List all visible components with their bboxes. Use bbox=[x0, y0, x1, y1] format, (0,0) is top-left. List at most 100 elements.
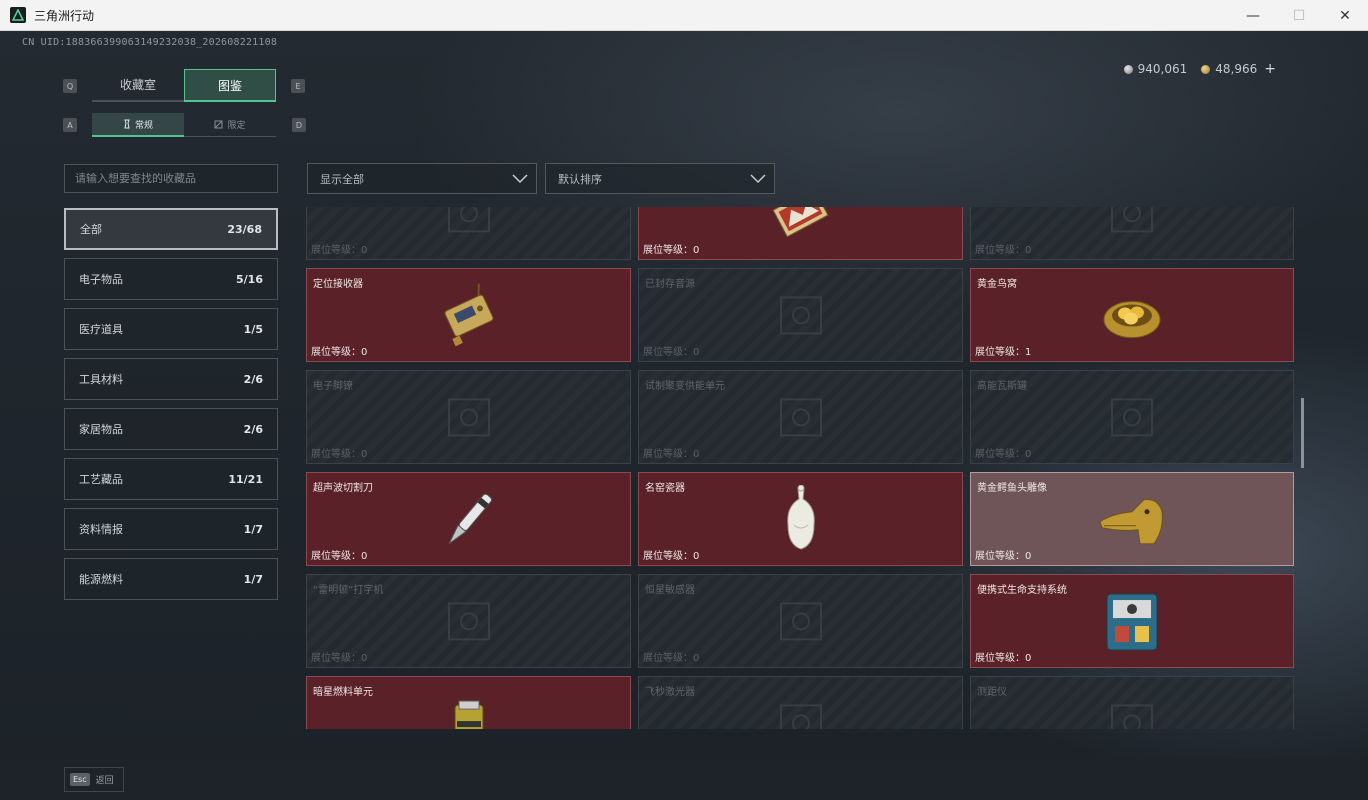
collection-card[interactable]: 测距仪展位等级：0 bbox=[970, 676, 1294, 729]
collection-card[interactable]: 展位等级：0 bbox=[638, 207, 963, 260]
laser-icon bbox=[771, 695, 831, 729]
key-hint-e: E bbox=[291, 79, 305, 93]
box-icon bbox=[1102, 207, 1162, 245]
collection-card[interactable]: 已封存音源 展位等级：0 bbox=[638, 268, 963, 362]
card-level-label: 展位等级： bbox=[311, 653, 361, 664]
card-level-label: 展位等级： bbox=[643, 347, 693, 358]
chevron-down-icon bbox=[512, 173, 528, 183]
collection-grid-viewport: 展位等级：0 展位等级：0 展位等级：0 定位接收器 展位等级：0 已封存音源 展位等级：0… bbox=[306, 207, 1296, 729]
key-hint-d: D bbox=[292, 118, 306, 132]
collection-card[interactable]: 试制聚变供能单元展位等级：0 bbox=[638, 370, 963, 464]
card-name: 名窑瓷器 bbox=[645, 483, 685, 494]
card-level-value: 0 bbox=[1025, 449, 1032, 460]
collection-card[interactable]: 定位接收器 展位等级：0 bbox=[306, 268, 631, 362]
category-count: 1/5 bbox=[243, 322, 263, 336]
esc-key-icon: Esc bbox=[70, 773, 90, 786]
card-level: 展位等级：0 bbox=[311, 649, 367, 664]
card-level-label: 展位等级： bbox=[975, 653, 1025, 664]
category-item[interactable]: 资料情报 1/7 bbox=[64, 508, 278, 550]
frame-icon bbox=[439, 207, 499, 245]
back-button[interactable]: Esc 返回 bbox=[64, 767, 124, 792]
card-level: 展位等级：0 bbox=[311, 241, 367, 256]
card-name: 电子脚镣 bbox=[313, 381, 353, 392]
app-logo-icon bbox=[10, 7, 26, 23]
maximize-button[interactable]: ☐ bbox=[1276, 0, 1322, 31]
collection-card[interactable]: 电子脚镣展位等级：0 bbox=[306, 370, 631, 464]
life-support-icon bbox=[1097, 586, 1167, 662]
category-item[interactable]: 医疗道具 1/5 bbox=[64, 308, 278, 350]
category-label: 医疗道具 bbox=[79, 323, 123, 336]
card-level-value: 0 bbox=[1025, 653, 1032, 664]
category-item[interactable]: 家居物品 2/6 bbox=[64, 408, 278, 450]
card-level: 展位等级：0 bbox=[975, 547, 1031, 562]
silver-currency: 940,061 bbox=[1123, 62, 1187, 76]
card-name: 试制聚变供能单元 bbox=[645, 381, 725, 392]
currency-bar: 940,061 48,966 + bbox=[1123, 61, 1276, 77]
collection-card[interactable]: 飞秒激光器展位等级：0 bbox=[638, 676, 963, 729]
card-level: 展位等级：0 bbox=[311, 445, 367, 460]
collection-card[interactable]: “雷明顿”打字机 展位等级：0 bbox=[306, 574, 631, 668]
collection-card[interactable]: 超声波切割刀 展位等级：0 bbox=[306, 472, 631, 566]
category-item[interactable]: 全部 23/68 bbox=[64, 208, 278, 250]
tab-regular[interactable]: 常规 bbox=[92, 113, 184, 137]
minimize-button[interactable]: — bbox=[1230, 0, 1276, 31]
card-level: 展位等级：0 bbox=[643, 241, 699, 256]
collection-card[interactable]: 高能瓦斯罐 展位等级：0 bbox=[970, 370, 1294, 464]
collection-card[interactable]: 便携式生命支持系统 展位等级：0 bbox=[970, 574, 1294, 668]
painting-icon bbox=[766, 207, 836, 248]
card-level-value: 0 bbox=[693, 551, 700, 562]
tab-codex[interactable]: 图鉴 bbox=[184, 69, 276, 102]
porcelain-vase-icon bbox=[776, 484, 826, 559]
card-level-label: 展位等级： bbox=[311, 449, 361, 460]
close-button[interactable]: ✕ bbox=[1322, 0, 1368, 31]
collection-card[interactable]: 黄金鳄鱼头雕像展位等级：0 bbox=[970, 472, 1294, 566]
collection-card[interactable]: 恒星敏感器 展位等级：0 bbox=[638, 574, 963, 668]
fuel-cell-icon bbox=[447, 699, 491, 729]
tab-limited[interactable]: 限定 bbox=[184, 113, 276, 137]
card-level-label: 展位等级： bbox=[311, 551, 361, 562]
category-item[interactable]: 能源燃料 1/7 bbox=[64, 558, 278, 600]
collection-card[interactable]: 展位等级：0 bbox=[970, 207, 1294, 260]
card-level-value: 0 bbox=[361, 653, 368, 664]
category-label: 资料情报 bbox=[79, 523, 123, 536]
filter-dropdown[interactable]: 显示全部 bbox=[307, 163, 537, 194]
category-item[interactable]: 电子物品 5/16 bbox=[64, 258, 278, 300]
key-hint-q: Q bbox=[63, 79, 77, 93]
collection-card[interactable]: 暗星燃料单元展位等级：0 bbox=[306, 676, 631, 729]
bottom-bar: Esc 返回 bbox=[0, 759, 1368, 800]
card-level-value: 1 bbox=[1025, 347, 1032, 358]
collection-card[interactable]: 黄金鸟窝 展位等级：1 bbox=[970, 268, 1294, 362]
gold-coin-icon bbox=[1201, 64, 1211, 74]
card-level-value: 0 bbox=[361, 245, 368, 256]
category-label: 全部 bbox=[80, 223, 102, 236]
regular-icon bbox=[124, 119, 130, 129]
card-name: 恒星敏感器 bbox=[645, 585, 695, 596]
category-count: 23/68 bbox=[227, 222, 262, 236]
rangefinder-icon bbox=[1102, 695, 1162, 729]
window-titlebar: 三角洲行动 — ☐ ✕ bbox=[0, 0, 1368, 31]
add-currency-button[interactable]: + bbox=[1264, 61, 1276, 77]
card-level: 展位等级：0 bbox=[975, 445, 1031, 460]
grid-scrollbar[interactable] bbox=[1301, 398, 1304, 468]
receiver-icon bbox=[434, 282, 504, 352]
card-level-value: 0 bbox=[1025, 551, 1032, 562]
card-level: 展位等级：0 bbox=[643, 445, 699, 460]
search-input[interactable] bbox=[75, 172, 265, 185]
collection-card[interactable]: 名窑瓷器 展位等级：0 bbox=[638, 472, 963, 566]
tab-collection-room[interactable]: 收藏室 bbox=[92, 69, 184, 102]
category-item[interactable]: 工具材料 2/6 bbox=[64, 358, 278, 400]
limited-icon bbox=[214, 120, 223, 129]
search-box bbox=[64, 164, 278, 193]
category-label: 能源燃料 bbox=[79, 573, 123, 586]
card-name: 黄金鳄鱼头雕像 bbox=[977, 483, 1047, 494]
cutter-icon bbox=[434, 485, 504, 559]
card-level-value: 0 bbox=[361, 449, 368, 460]
sort-dropdown[interactable]: 默认排序 bbox=[545, 163, 775, 194]
category-item[interactable]: 工艺藏品 11/21 bbox=[64, 458, 278, 500]
category-count: 1/7 bbox=[243, 522, 263, 536]
collection-card[interactable]: 展位等级：0 bbox=[306, 207, 631, 260]
card-level-value: 0 bbox=[693, 245, 700, 256]
chevron-down-icon bbox=[750, 173, 766, 183]
card-name: 定位接收器 bbox=[313, 279, 363, 290]
typewriter-icon bbox=[439, 593, 499, 653]
